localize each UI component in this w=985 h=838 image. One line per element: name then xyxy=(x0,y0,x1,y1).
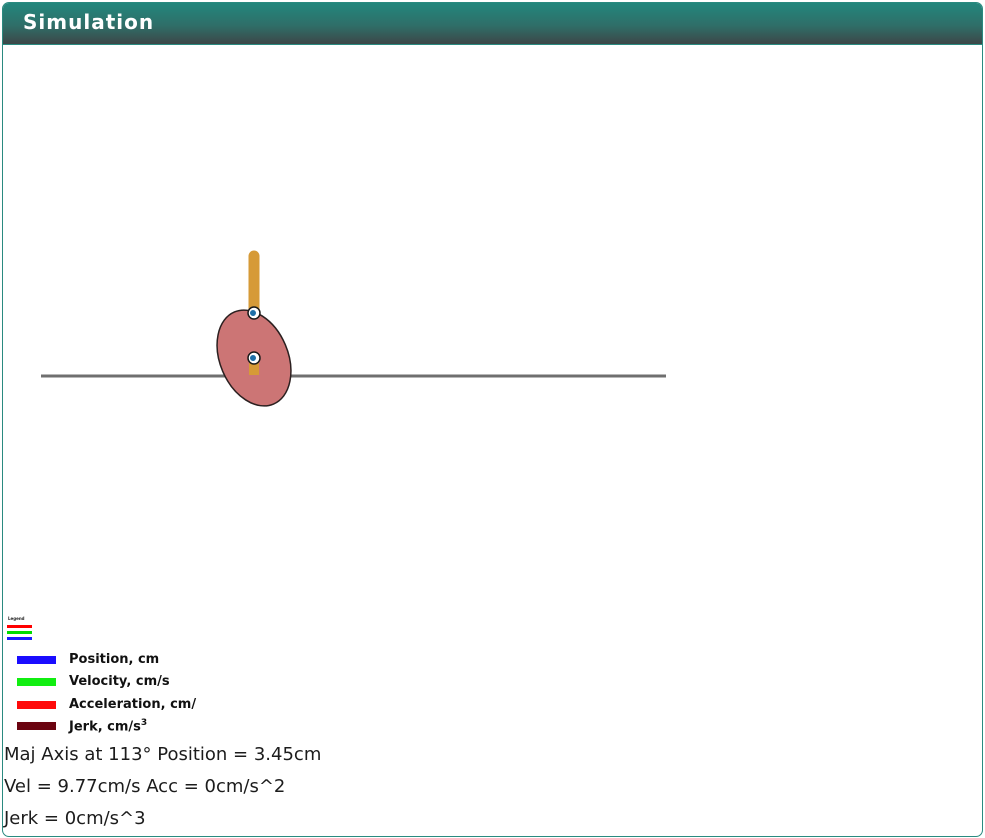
simulation-canvas xyxy=(41,250,666,407)
legend-swatch-velocity xyxy=(17,678,56,686)
legend-swatch-position xyxy=(17,656,56,664)
panel-header: Simulation xyxy=(3,3,982,45)
legend-thumbnail-title: Legend xyxy=(8,616,25,621)
readout-velocity-acceleration: Vel = 9.77cm/s Acc = 0cm/s^2 xyxy=(4,776,286,797)
legend-label-jerk-exponent: 3 xyxy=(140,718,148,728)
legend-label-velocity: Velocity, cm/s xyxy=(69,674,170,689)
legend-thumbnail-bar-red xyxy=(7,625,32,628)
panel-title: Simulation xyxy=(23,10,155,34)
simulation-panel: Simulation Legend Position, cm Velocity,… xyxy=(2,2,983,837)
legend-label-jerk: Jerk, cm/s3 xyxy=(69,718,147,734)
legend: Position, cm Velocity, cm/s Acceleration… xyxy=(15,651,275,739)
readout-jerk: Jerk = 0cm/s^3 xyxy=(4,808,146,829)
follower-joint-icon xyxy=(247,306,261,320)
legend-swatch-acceleration xyxy=(17,701,56,709)
legend-thumbnail: Legend xyxy=(5,616,35,644)
legend-thumbnail-bar-blue xyxy=(7,637,32,640)
legend-label-acceleration: Acceleration, cm/ xyxy=(69,697,197,712)
legend-label-jerk-text: Jerk, cm/s xyxy=(69,719,141,735)
cam-pivot-icon xyxy=(247,351,261,365)
readout-position: Maj Axis at 113° Position = 3.45cm xyxy=(4,744,322,765)
legend-swatch-jerk xyxy=(17,722,56,730)
legend-label-position: Position, cm xyxy=(69,652,160,667)
legend-thumbnail-bar-green xyxy=(7,631,32,634)
